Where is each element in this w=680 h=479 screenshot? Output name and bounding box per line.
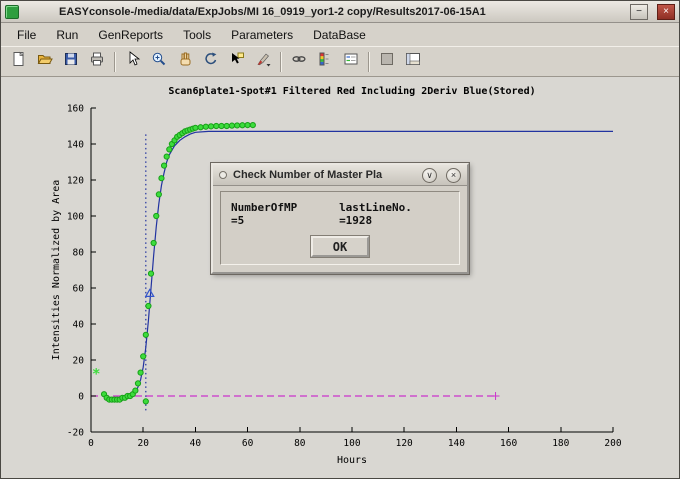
insert-colorbar-button[interactable]: [312, 50, 338, 74]
svg-text:160: 160: [500, 438, 517, 449]
svg-text:140: 140: [448, 438, 465, 449]
legend-icon: [343, 51, 359, 72]
edit-plot-button[interactable]: [120, 50, 146, 74]
svg-text:20: 20: [137, 438, 149, 449]
dialog-title-bar[interactable]: Check Number of Master Pla ∨ ×: [213, 165, 467, 186]
pan-hand-icon: [177, 51, 193, 72]
dialog-body-panel: NumberOfMP =5 lastLineNo. =1928 OK: [220, 191, 460, 265]
show-plot-tools-button[interactable]: [400, 50, 426, 74]
zoom-in-button[interactable]: [146, 50, 172, 74]
toolbar-separator: [280, 52, 282, 72]
svg-text:180: 180: [552, 438, 569, 449]
dialog-menu-icon: [219, 171, 227, 179]
toolbar-separator: [114, 52, 116, 72]
svg-text:40: 40: [190, 438, 202, 449]
svg-text:100: 100: [343, 438, 360, 449]
svg-text:140: 140: [67, 140, 84, 151]
svg-text:120: 120: [67, 176, 84, 187]
colorbar-icon: [317, 51, 333, 72]
open-folder-icon: [37, 51, 53, 72]
insert-legend-button[interactable]: [338, 50, 364, 74]
window-title: EASYconsole-/media/data/ExpJobs/MI 16_09…: [25, 6, 621, 18]
svg-text:100: 100: [67, 212, 84, 223]
menu-bar: File Run GenReports Tools Parameters Dat…: [1, 23, 679, 46]
app-icon: [5, 5, 19, 19]
svg-text:0: 0: [88, 438, 94, 449]
menu-database[interactable]: DataBase: [303, 25, 376, 45]
svg-text:40: 40: [73, 320, 85, 331]
menu-genreports[interactable]: GenReports: [88, 25, 173, 45]
print-button[interactable]: [84, 50, 110, 74]
last-line-no-value: lastLineNo. =1928: [339, 201, 449, 227]
svg-text:60: 60: [73, 284, 85, 295]
menu-parameters[interactable]: Parameters: [221, 25, 303, 45]
dialog-close-button[interactable]: ×: [446, 168, 461, 183]
open-file-button[interactable]: [32, 50, 58, 74]
data-cursor-button[interactable]: [224, 50, 250, 74]
menu-file[interactable]: File: [7, 25, 46, 45]
link-icon: [291, 51, 307, 72]
hide-plot-tools-icon: [379, 51, 395, 72]
rotate-3d-button[interactable]: [198, 50, 224, 74]
svg-text:-20: -20: [67, 428, 84, 439]
save-button[interactable]: [58, 50, 84, 74]
brush-data-button[interactable]: [250, 50, 276, 74]
window-title-bar[interactable]: EASYconsole-/media/data/ExpJobs/MI 16_09…: [1, 1, 679, 23]
figure-area: * 0 20 40 60 80 100 120 140 160 180 200 -20 0 20 40 60 80…: [1, 77, 679, 478]
svg-text:*: *: [92, 366, 100, 382]
pan-button[interactable]: [172, 50, 198, 74]
svg-text:Intensities Normalized by Area: Intensities Normalized by Area: [51, 180, 62, 361]
svg-text:80: 80: [294, 438, 306, 449]
minimize-button[interactable]: −: [630, 4, 648, 20]
menu-tools[interactable]: Tools: [173, 25, 221, 45]
rotate-icon: [203, 51, 219, 72]
svg-text:160: 160: [67, 104, 84, 115]
new-figure-button[interactable]: [6, 50, 32, 74]
toolbar: [1, 46, 679, 77]
show-plot-tools-icon: [405, 51, 421, 72]
check-master-plates-dialog: Check Number of Master Pla ∨ × NumberOfM…: [211, 163, 469, 274]
new-figure-icon: [11, 51, 27, 72]
dialog-collapse-button[interactable]: ∨: [422, 168, 437, 183]
brush-icon: [255, 51, 271, 72]
svg-text:60: 60: [242, 438, 254, 449]
close-button[interactable]: ×: [657, 4, 675, 20]
svg-text:200: 200: [604, 438, 621, 449]
plot-canvas[interactable]: * 0 20 40 60 80 100 120 140 160 180 200 -20 0 20 40 60 80…: [1, 77, 679, 478]
app-window: EASYconsole-/media/data/ExpJobs/MI 16_09…: [0, 0, 680, 479]
svg-text:20: 20: [73, 356, 85, 367]
number-of-mp-value: NumberOfMP =5: [231, 201, 315, 227]
link-plot-button[interactable]: [286, 50, 312, 74]
edit-arrow-icon: [125, 51, 141, 72]
ok-button[interactable]: OK: [311, 236, 369, 257]
svg-text:0: 0: [78, 392, 84, 403]
dialog-title: Check Number of Master Pla: [233, 169, 413, 181]
toolbar-separator: [368, 52, 370, 72]
zoom-in-icon: [151, 51, 167, 72]
menu-run[interactable]: Run: [46, 25, 88, 45]
svg-text:Scan6plate1-Spot#1 Filtered Re: Scan6plate1-Spot#1 Filtered Red Includin…: [168, 85, 535, 97]
print-icon: [89, 51, 105, 72]
svg-text:120: 120: [396, 438, 413, 449]
save-floppy-icon: [63, 51, 79, 72]
hide-plot-tools-button[interactable]: [374, 50, 400, 74]
svg-text:Hours: Hours: [337, 455, 367, 466]
data-cursor-icon: [229, 51, 245, 72]
svg-text:80: 80: [73, 248, 85, 259]
dialog-message: NumberOfMP =5 lastLineNo. =1928: [231, 201, 449, 227]
